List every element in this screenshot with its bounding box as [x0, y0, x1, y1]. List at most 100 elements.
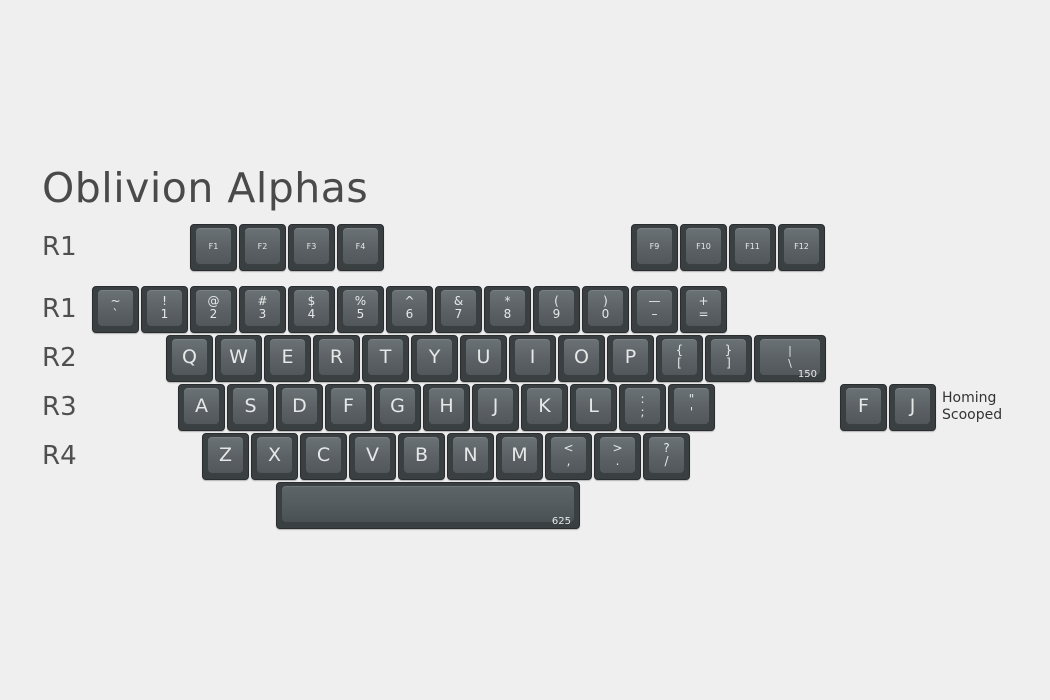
keycap-letter: W — [215, 335, 262, 382]
keycap-legend: ~ ` — [98, 290, 133, 326]
keycap-bracket: }] — [705, 335, 752, 382]
keycap-legend: F10 — [686, 228, 721, 264]
keycap-legend-text: F — [343, 395, 354, 417]
keycap-legend-text: F2 — [257, 241, 268, 251]
keycap-legend: >. — [600, 437, 635, 473]
keycap-legend-text: X — [267, 444, 282, 466]
keycap-legend: (9 — [539, 290, 574, 326]
keycap-legend-bottom: ` — [112, 307, 119, 321]
keycap-legend-text: R — [329, 346, 344, 368]
keycap-letter: O — [558, 335, 605, 382]
keycap-legend: I — [515, 339, 550, 375]
keycap-letter: X — [251, 433, 298, 480]
keycap-legend-bottom: 4 — [307, 307, 316, 321]
keycap-legend: A — [184, 388, 219, 424]
keycap-legend-text: T — [379, 346, 392, 368]
keycap-number: & 7 — [435, 286, 482, 333]
homing-note-line2: Scooped — [942, 407, 1003, 423]
keycap-number: + = — [680, 286, 727, 333]
keycap-number: % 5 — [337, 286, 384, 333]
keycap-legend-text: F10 — [696, 241, 711, 251]
keycap-legend-bottom: 8 — [503, 307, 512, 321]
keycap-legend: M — [502, 437, 537, 473]
keycap-letter: J — [472, 384, 519, 431]
keycap-legend: L — [576, 388, 611, 424]
keycap-legend: H — [429, 388, 464, 424]
keycap-letter: A — [178, 384, 225, 431]
keycap-letter: B — [398, 433, 445, 480]
keycap-punctuation: ? / — [643, 433, 690, 480]
keycap-number: ^ 6 — [386, 286, 433, 333]
keycap-backslash: | \ 150 — [754, 335, 826, 382]
keycap-number: ~ ` — [92, 286, 139, 333]
keycap-legend-text: F12 — [794, 241, 809, 251]
keycap-spacebar: 625 — [276, 482, 580, 529]
keycap-number: ! 1 — [141, 286, 188, 333]
keycap-bracket: {[ — [656, 335, 703, 382]
keycap-legend: V — [355, 437, 390, 473]
keycap-legend: W — [221, 339, 256, 375]
keycap-letter: L — [570, 384, 617, 431]
keycap-legend-text: Q — [182, 346, 197, 368]
keycap-legend: F2 — [245, 228, 280, 264]
keycap-legend-bottom: ] — [726, 356, 731, 370]
keycap-legend-text: S — [244, 395, 257, 417]
keycap-letter: Z — [202, 433, 249, 480]
keycap-legend-bottom: ; — [640, 405, 645, 419]
keycap-legend: @2 — [196, 290, 231, 326]
keycap-legend-bottom: / — [664, 454, 669, 468]
keycap-letter: D — [276, 384, 323, 431]
keycap-letter: H — [423, 384, 470, 431]
keycap-legend: O — [564, 339, 599, 375]
keycap-legend: ! 1 — [147, 290, 182, 326]
keycap-legend-text: G — [390, 395, 405, 417]
keycap-legend-text: Z — [218, 444, 233, 466]
keycap-letter: G — [374, 384, 421, 431]
keycap-legend-bottom: 6 — [405, 307, 414, 321]
keycap-function: F1 — [190, 224, 237, 271]
keycap-letter: E — [264, 335, 311, 382]
keycap-legend-text: F9 — [649, 241, 660, 251]
keycap-function: F10 — [680, 224, 727, 271]
keycap-legend-bottom: = — [698, 307, 709, 321]
keycap-legend: K — [527, 388, 562, 424]
keycap-legend: J — [478, 388, 513, 424]
keycap-legend-text: V — [366, 444, 379, 466]
keycap-legend-bottom: . — [615, 454, 620, 468]
keycap-letter: K — [521, 384, 568, 431]
keycap-legend: % 5 — [343, 290, 378, 326]
row-label-function: R1 — [42, 232, 77, 262]
keycap-legend: {[ — [662, 339, 697, 375]
keycap-legend-bottom: 9 — [552, 307, 561, 321]
keycap-punctuation: <, — [545, 433, 592, 480]
keycap-number: — – — [631, 286, 678, 333]
keycap-legend-text: J — [492, 395, 499, 417]
keycap-legend: E — [270, 339, 305, 375]
homing-note: Homing Scooped — [942, 390, 1002, 424]
keycap-legend: F4 — [343, 228, 378, 264]
keycap-legend: <, — [551, 437, 586, 473]
keycap-legend: F — [846, 388, 881, 424]
keycap-legend-bottom: 1 — [160, 307, 169, 321]
keycap-number: * 8 — [484, 286, 531, 333]
keycap-letter: R — [313, 335, 360, 382]
keycap-punctuation: " ' — [668, 384, 715, 431]
keycap-legend-text: A — [195, 395, 208, 417]
keycap-legend-text: Y — [428, 346, 441, 368]
keycap-legend-bottom: , — [566, 454, 571, 468]
keycap-legend: F3 — [294, 228, 329, 264]
keycap-letter: N — [447, 433, 494, 480]
keycap-letter: C — [300, 433, 347, 480]
keycap-legend: F12 — [784, 228, 819, 264]
keycap-legend: F1 — [196, 228, 231, 264]
keycap-legend-bottom: \ — [788, 357, 792, 370]
keycap-letter: T — [362, 335, 409, 382]
keycap-legend-text: D — [292, 395, 307, 417]
keycap-punctuation: >. — [594, 433, 641, 480]
keycap-legend: & 7 — [441, 290, 476, 326]
keycap-homing: F — [840, 384, 887, 431]
keycap-letter: S — [227, 384, 274, 431]
keycap-legend: G — [380, 388, 415, 424]
keycap-legend: ^ 6 — [392, 290, 427, 326]
keycap-number: (9 — [533, 286, 580, 333]
